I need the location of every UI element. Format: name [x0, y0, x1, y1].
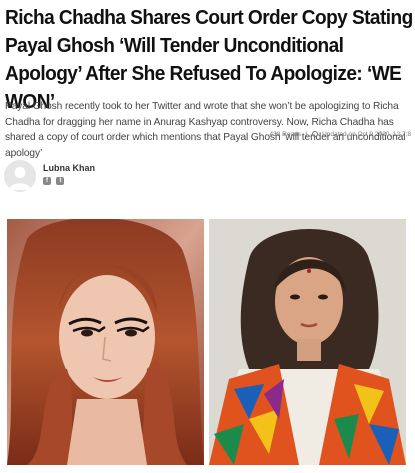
author-socials: f t: [43, 177, 65, 195]
clock-icon: [312, 131, 319, 137]
avatar[interactable]: [4, 160, 36, 192]
photo-right: [209, 219, 406, 465]
meta-separator: |: [305, 131, 308, 138]
read-count: 438 Reads: [269, 131, 301, 138]
article-image: [7, 219, 406, 465]
user-silhouette-icon: [9, 167, 31, 190]
author-name[interactable]: Lubna Khan: [43, 163, 95, 173]
photo-left: [7, 219, 204, 465]
portrait-right: [209, 219, 406, 465]
article-page: Richa Chadha Shares Court Order Copy Sta…: [0, 0, 415, 473]
twitter-icon[interactable]: t: [56, 177, 65, 185]
updated-timestamp: Updated on Oct 9 2020, 12:7:8: [322, 131, 411, 138]
facebook-icon[interactable]: f: [43, 177, 51, 185]
article-meta: 438 Reads | Updated on Oct 9 2020, 12:7:…: [269, 131, 411, 138]
portrait-left: [7, 219, 204, 465]
author-block: Lubna Khan f t: [4, 155, 304, 195]
article-summary: Payal Ghosh recently took to her Twitter…: [5, 101, 406, 159]
